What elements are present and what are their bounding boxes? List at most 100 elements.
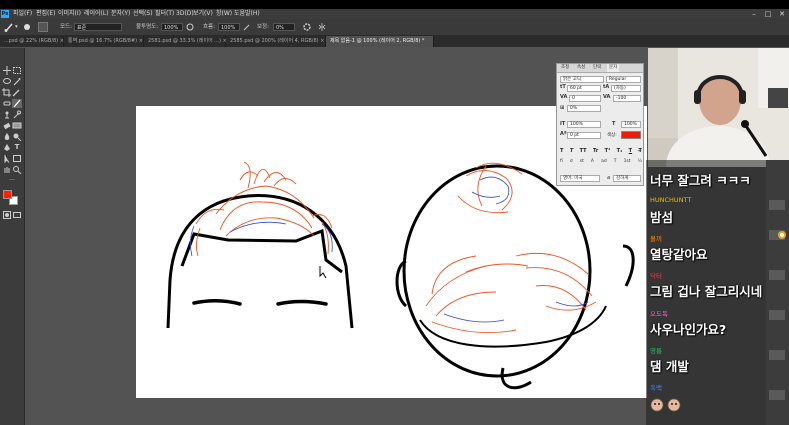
flow-field[interactable]: 100% [218, 23, 240, 31]
stylistic-alternates-button[interactable]: ad [601, 159, 607, 167]
layer-thumbnail[interactable] [769, 390, 785, 400]
gradient-icon[interactable] [12, 121, 22, 130]
vertical-scale-field[interactable]: 100% [567, 121, 601, 128]
brush-preset-icon[interactable] [4, 22, 14, 32]
tab-adjustments[interactable]: 조정 [559, 64, 571, 72]
path-select-icon[interactable] [2, 154, 12, 163]
font-style-select[interactable]: Regular [606, 76, 641, 83]
titling-button[interactable]: T [614, 159, 617, 167]
menu-window[interactable]: 창(W) [216, 9, 232, 19]
baseline-field[interactable]: 0 pt [567, 132, 601, 139]
eyedropper-icon[interactable] [12, 88, 22, 97]
swash-button[interactable]: A [591, 159, 594, 167]
lasso-icon[interactable] [2, 77, 12, 86]
vertical-scale-icon: IT [560, 121, 566, 127]
kerning-field[interactable]: 0 [569, 95, 601, 102]
zoom-icon[interactable] [12, 165, 22, 174]
smoothing-field[interactable]: 0% [273, 23, 295, 31]
old-style-button[interactable]: ơ [570, 159, 573, 167]
menu-file[interactable]: 파일(F) [13, 9, 32, 19]
crop-icon[interactable] [2, 88, 12, 97]
hand-icon[interactable] [2, 165, 12, 174]
scale-field[interactable]: 0% [567, 105, 601, 112]
type-icon[interactable]: T [12, 143, 22, 152]
strikethrough-button[interactable]: T̶ [638, 148, 641, 156]
discretionary-ligature-button[interactable]: st [580, 159, 584, 167]
minimize-icon[interactable]: – [747, 9, 761, 19]
preset-dropdown-icon[interactable]: ▾ [15, 23, 18, 31]
menu-view[interactable]: 보기(V) [193, 9, 213, 19]
menu-select[interactable]: 선택(S) [133, 9, 153, 19]
document-tab[interactable]: 통역.psd @ 16.7% (RGB/8#) × [64, 36, 144, 47]
underline-button[interactable]: T [629, 148, 632, 156]
antialias-select[interactable]: 강하게 [613, 175, 641, 182]
character-panel: 조정 속성 단락 문자 맑은 고딕 Regular tT 60 pt tA (자… [556, 63, 644, 186]
all-caps-button[interactable]: TT [580, 148, 587, 156]
stamp-icon[interactable] [2, 110, 12, 119]
healing-icon[interactable] [2, 99, 12, 108]
blur-icon[interactable] [2, 132, 12, 141]
subscript-button[interactable]: T₁ [617, 148, 623, 156]
more-tools-icon[interactable]: ··· [7, 176, 17, 185]
document-tab-active[interactable]: 제목 없음-1 @ 100% (레이어 2, RGB/8) * [326, 36, 434, 47]
leading-field[interactable]: (자동) [611, 85, 641, 92]
pressure-opacity-icon[interactable] [186, 23, 194, 31]
panel-tabs: 조정 속성 단락 문자 [557, 64, 643, 73]
font-size-field[interactable]: 60 pt [567, 85, 601, 92]
document-tab[interactable]: 2581.psd @ 33.3% (레이어 ...) × [144, 36, 227, 47]
quick-mask-icon[interactable] [3, 211, 11, 219]
magic-wand-icon[interactable] [12, 77, 22, 86]
layer-link-icon[interactable] [777, 230, 787, 240]
brush-icon[interactable] [12, 99, 22, 108]
menu-type[interactable]: 문자(Y) [111, 9, 130, 19]
symmetry-icon[interactable] [318, 23, 326, 31]
fractions-button[interactable]: ½ [638, 159, 642, 167]
layer-thumbnail[interactable] [769, 200, 785, 210]
superscript-button[interactable]: T¹ [605, 148, 611, 156]
menu-layer[interactable]: 레이어(L) [84, 9, 109, 19]
menu-3d[interactable]: 3D(D) [176, 9, 194, 19]
layer-thumbnail[interactable] [769, 350, 785, 360]
faux-italic-button[interactable]: T [570, 148, 573, 156]
tool-options-bar: ▾ 모드: 표준 불투명도: 100% 흐름: 100% 보정: 0% [0, 19, 789, 36]
airbrush-icon[interactable] [243, 23, 251, 31]
ordinals-button[interactable]: 1st [624, 159, 631, 167]
ligature-button[interactable]: fi [560, 159, 563, 167]
close-icon[interactable]: ✕ [775, 9, 789, 19]
tab-properties[interactable]: 속성 [575, 64, 587, 72]
brush-settings-button[interactable] [38, 22, 48, 32]
text-color-swatch[interactable] [621, 131, 641, 139]
menu-filter[interactable]: 필터(T) [155, 9, 174, 19]
mode-select[interactable]: 표준 [74, 23, 122, 31]
language-select[interactable]: 영어: 미국 [560, 175, 600, 182]
tab-paragraph[interactable]: 단락 [591, 64, 603, 72]
history-brush-icon[interactable] [12, 110, 22, 119]
screen-mode-icon[interactable] [13, 211, 21, 219]
smoothing-options-icon[interactable] [303, 23, 311, 31]
layer-thumbnail[interactable] [769, 270, 785, 280]
maximize-icon[interactable]: □ [761, 9, 775, 19]
document-tab[interactable]: 2585.psd @ 200% (레이어 4, RGB/8) × [226, 36, 326, 47]
menu-help[interactable]: 도움말(H) [234, 9, 260, 19]
eraser-icon[interactable] [2, 121, 12, 130]
layer-thumbnail[interactable] [769, 310, 785, 320]
mode-label: 모드: [60, 24, 72, 30]
small-caps-button[interactable]: Tr [593, 148, 598, 156]
menu-edit[interactable]: 편집(E) [36, 9, 56, 19]
move-icon[interactable] [2, 66, 12, 75]
dodge-icon[interactable] [12, 132, 22, 141]
pen-icon[interactable] [2, 143, 12, 152]
marquee-icon[interactable] [12, 66, 22, 75]
foreground-color-swatch[interactable] [3, 190, 12, 199]
faux-bold-button[interactable]: T [560, 148, 563, 156]
document-tab[interactable]: ...psd @ 22% (RGB/8) × [0, 36, 64, 47]
menu-image[interactable]: 이미지(I) [58, 9, 81, 19]
tracking-field[interactable]: -100 [613, 95, 641, 102]
tab-character[interactable]: 문자 [607, 64, 620, 72]
shape-icon[interactable] [12, 154, 22, 163]
horizontal-scale-field[interactable]: 100% [621, 121, 641, 128]
font-family-select[interactable]: 맑은 고딕 [560, 76, 604, 83]
opacity-field[interactable]: 100% [161, 23, 183, 31]
scale-icon: ⊞ [560, 105, 565, 111]
brush-size-icon[interactable] [22, 22, 32, 32]
